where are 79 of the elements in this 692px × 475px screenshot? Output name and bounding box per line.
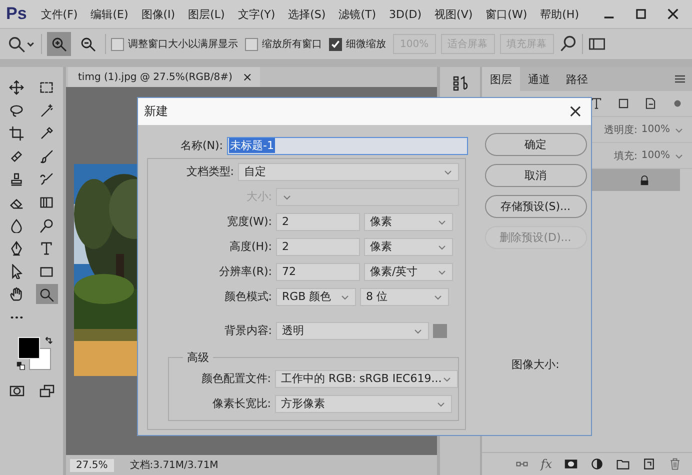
menu-item[interactable]: 滤镜(T) [338,6,376,22]
history-icon[interactable] [452,75,468,91]
dialog-button[interactable]: 确定 [484,133,586,156]
new-layer-icon[interactable] [642,457,656,471]
dropdown[interactable]: 工作中的 RGB: sRGB IEC619... [275,370,458,388]
fill-value[interactable]: 100% [641,150,670,161]
input-field[interactable]: 72 [276,262,360,280]
image-size-label: 图像大小: [512,357,560,372]
checkbox[interactable] [245,38,258,50]
menu-icon[interactable] [674,74,686,84]
adjustment-icon[interactable] [590,457,604,471]
dropdown[interactable]: 透明 [276,322,429,340]
dropdown[interactable]: RGB 颜色 [276,288,356,306]
name-field[interactable]: 未标题-1 [227,136,468,154]
menu-item[interactable]: 帮助(H) [540,6,579,22]
dropdown[interactable]: 方形像素 [275,394,452,412]
smart-object-filter-icon[interactable] [644,97,657,110]
field-label: 文档类型: [185,164,234,179]
lock-icon [639,174,650,186]
dialog-title: 新建 [144,103,168,120]
field-label: 像素长宽比: [211,396,271,411]
zoom-level-field[interactable]: 27.5% [70,458,114,472]
app-logo: Ps [6,4,27,24]
field-label: 分辨率(R): [218,264,272,279]
quick-mask-icon[interactable] [8,383,24,399]
menu-item[interactable]: 编辑(E) [90,6,128,22]
field-label: 颜色配置文件: [200,371,271,386]
checkbox[interactable] [329,38,342,50]
zoom-in-icon[interactable] [47,32,71,56]
opacity-value[interactable]: 100% [641,124,670,135]
panel-tab[interactable]: 图层 [482,67,520,91]
swap-arrow-icon[interactable] [44,337,52,346]
group-title: 高级 [183,350,213,365]
input-field[interactable]: 2 [276,238,360,256]
field-label: 名称(N): [179,138,223,153]
opacity-label: 透明度: [604,124,638,136]
menu-item[interactable]: 3D(D) [389,8,422,20]
folder-icon[interactable] [616,457,630,471]
menu-item[interactable]: 图层(L) [188,6,225,22]
shape-filter-icon[interactable] [617,97,630,110]
document-tab[interactable]: timg (1).jpg @ 27.5%(RGB/8#) × [68,67,260,87]
dialog-button[interactable]: 取消 [484,164,586,187]
menu-item[interactable]: 窗口(W) [486,6,528,22]
menu-item[interactable]: 选择(S) [288,6,326,22]
checkbox[interactable] [111,38,124,50]
fill-label: 填充: [614,150,638,162]
text-filter-icon[interactable] [590,97,603,110]
field-label: 宽度(W): [226,214,272,229]
dialog-button[interactable]: 存储预设(S)... [484,195,586,218]
default-colors-icon[interactable] [16,361,24,370]
checkbox-label: 调整窗口大小以满屏显示 [128,38,238,51]
zoom-tool-icon[interactable] [6,35,36,53]
zoom-tool-icon[interactable] [36,284,58,304]
panel-tab[interactable]: 通道 [520,67,558,91]
unit-dropdown[interactable]: 像素/英寸 [364,262,453,280]
checkbox-label: 缩放所有窗口 [262,38,322,51]
menu-item[interactable]: 文件(F) [40,6,78,22]
trash-icon[interactable] [668,457,682,471]
screen-mode-icon[interactable] [38,383,54,399]
menu-item[interactable]: 图像(I) [141,6,176,22]
close-button[interactable]: × [568,101,583,122]
field-label: 高度(H): [228,239,272,254]
search-icon[interactable] [558,35,577,53]
input-field[interactable]: 2 [276,212,360,230]
field-label: 背景内容: [223,323,272,338]
unit-dropdown[interactable]: 像素 [364,238,453,256]
field-label: 颜色模式: [223,289,272,304]
checkbox-label: 细微缩放 [346,38,386,51]
dropdown[interactable]: 自定 [238,162,459,180]
unit-dropdown[interactable]: 像素 [364,212,453,230]
foreground-color-swatch[interactable] [18,337,40,359]
document-size-text: 文档:3.71M/3.71M [130,458,218,472]
dropdown[interactable]: 8 位 [360,288,449,306]
fx-button[interactable]: fx [540,457,552,471]
panel-tab[interactable]: 路径 [558,67,596,91]
color-swatch[interactable] [433,324,447,338]
menu-item[interactable]: 视图(V) [434,6,473,22]
mask-icon[interactable] [564,457,578,471]
menu-item[interactable]: 文字(Y) [238,6,276,22]
